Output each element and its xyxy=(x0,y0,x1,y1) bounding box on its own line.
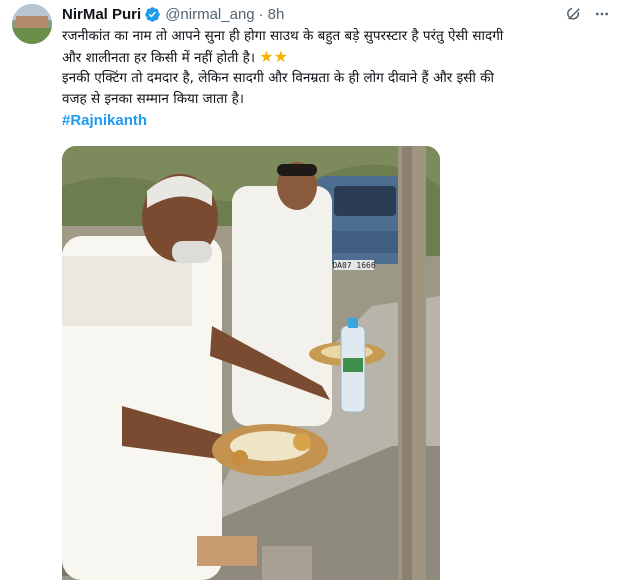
photo-illustration: OA07 1666 xyxy=(62,146,440,580)
tweet-text-line: और शालीनता हर किसी में नहीं होती है। ★★ xyxy=(62,46,288,66)
tweet-text-line: इनकी एक्टिंग तो दमदार है, लेकिन सादगी और… xyxy=(62,70,494,86)
star-emoji-icon: ★★ xyxy=(259,46,288,66)
verified-badge-icon xyxy=(145,6,160,22)
author-name[interactable]: NirMal Puri xyxy=(62,6,141,23)
tweet-media-photo[interactable]: OA07 1666 xyxy=(62,146,440,580)
separator-dot: · xyxy=(258,5,264,23)
more-icon[interactable] xyxy=(593,6,611,22)
author-handle[interactable]: @nirmal_ang xyxy=(165,6,254,23)
tweet: NirMal Puri @nirmal_ang · 8h रजनीकांत का… xyxy=(0,0,627,580)
timestamp[interactable]: 8h xyxy=(268,6,285,23)
license-plate: OA07 1666 xyxy=(332,261,376,270)
grok-icon[interactable] xyxy=(565,5,583,23)
tweet-header: NirMal Puri @nirmal_ang · 8h xyxy=(62,4,284,24)
tweet-text-line: रजनीकांत का नाम तो आपने सुना ही होगा साउ… xyxy=(62,28,504,44)
tweet-text: रजनीकांत का नाम तो आपने सुना ही होगा साउ… xyxy=(62,26,622,109)
avatar[interactable] xyxy=(12,4,52,44)
tweet-text-line: वजह से इनका सम्मान किया जाता है। xyxy=(62,90,244,107)
hashtag-link[interactable]: #Rajnikanth xyxy=(62,112,147,129)
